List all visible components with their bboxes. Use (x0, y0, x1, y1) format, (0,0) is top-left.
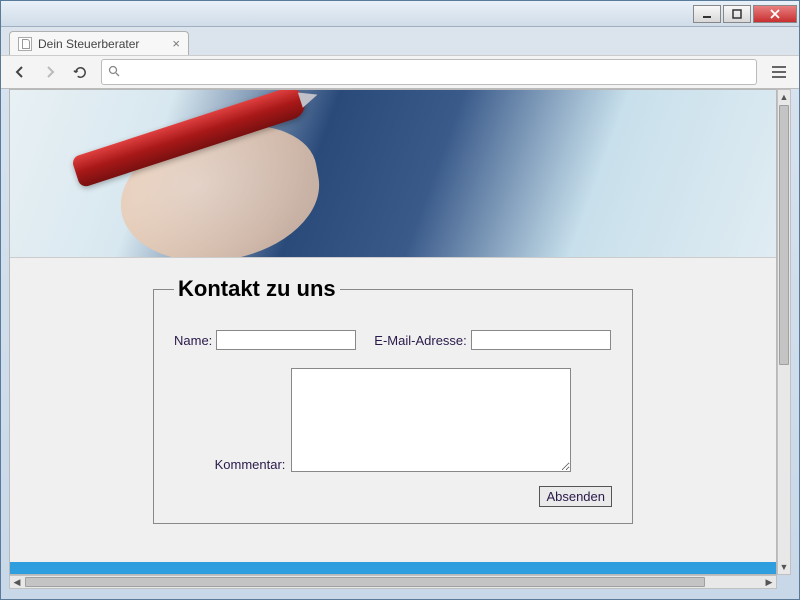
back-button[interactable] (7, 59, 33, 85)
browser-tab[interactable]: Dein Steuerberater × (9, 31, 189, 55)
vertical-scroll-track[interactable] (778, 366, 790, 560)
browser-toolbar (1, 55, 799, 89)
footer-accent-bar (10, 562, 777, 574)
horizontal-scrollbar[interactable]: ◀ ▶ (9, 575, 777, 589)
email-label: E-Mail-Adresse: (374, 333, 466, 348)
window-minimize-button[interactable] (693, 5, 721, 23)
tab-close-icon[interactable]: × (172, 36, 180, 51)
scroll-up-arrow-icon[interactable]: ▲ (778, 90, 790, 104)
browser-tab-title: Dein Steuerberater (38, 37, 139, 51)
vertical-scroll-thumb[interactable] (779, 105, 789, 365)
page-favicon-icon (18, 37, 32, 51)
horizontal-scroll-track[interactable] (24, 576, 762, 588)
contact-fieldset: Kontakt zu uns Name: E-Mail-Adresse: Kom… (153, 276, 633, 524)
hero-banner (10, 90, 776, 258)
window-titlebar (1, 1, 799, 27)
comment-label: Kommentar: (215, 457, 286, 472)
reload-button[interactable] (67, 59, 93, 85)
name-input[interactable] (216, 330, 356, 350)
scroll-down-arrow-icon[interactable]: ▼ (778, 560, 790, 574)
browser-menu-button[interactable] (765, 59, 793, 85)
scroll-left-arrow-icon[interactable]: ◀ (10, 576, 24, 588)
vertical-scrollbar[interactable]: ▲ ▼ (777, 89, 791, 575)
search-icon (108, 65, 120, 80)
hamburger-icon (772, 66, 786, 68)
window-maximize-button[interactable] (723, 5, 751, 23)
submit-button[interactable]: Absenden (539, 486, 612, 507)
window-close-button[interactable] (753, 5, 797, 23)
scroll-right-arrow-icon[interactable]: ▶ (762, 576, 776, 588)
page-viewport: Kontakt zu uns Name: E-Mail-Adresse: Kom… (9, 89, 777, 575)
horizontal-scroll-thumb[interactable] (25, 577, 705, 587)
comment-textarea[interactable] (291, 368, 571, 472)
name-label: Name: (174, 333, 212, 348)
address-bar[interactable] (101, 59, 757, 85)
url-input[interactable] (126, 65, 750, 80)
forward-button[interactable] (37, 59, 63, 85)
email-input[interactable] (471, 330, 611, 350)
contact-legend: Kontakt zu uns (174, 276, 340, 302)
browser-tab-strip: Dein Steuerberater × (1, 27, 799, 55)
